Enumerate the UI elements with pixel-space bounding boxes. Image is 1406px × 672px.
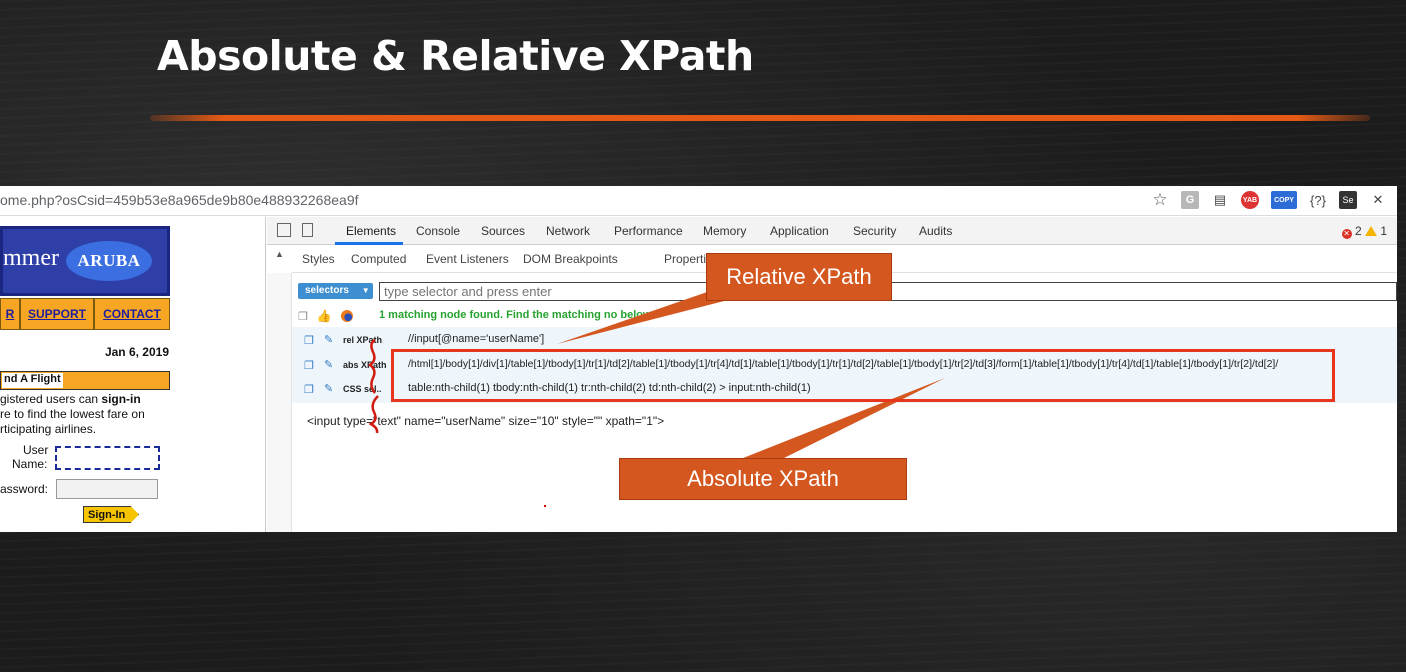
absolute-highlight-box bbox=[391, 349, 1335, 402]
curly-brace-lower bbox=[368, 395, 379, 434]
relative-xpath-callout: Relative XPath bbox=[706, 253, 892, 301]
absolute-xpath-callout: Absolute XPath bbox=[619, 458, 907, 500]
curly-brace-upper bbox=[367, 338, 376, 394]
relative-callout-pointer bbox=[557, 291, 728, 344]
annotation-overlay bbox=[367, 291, 945, 460]
